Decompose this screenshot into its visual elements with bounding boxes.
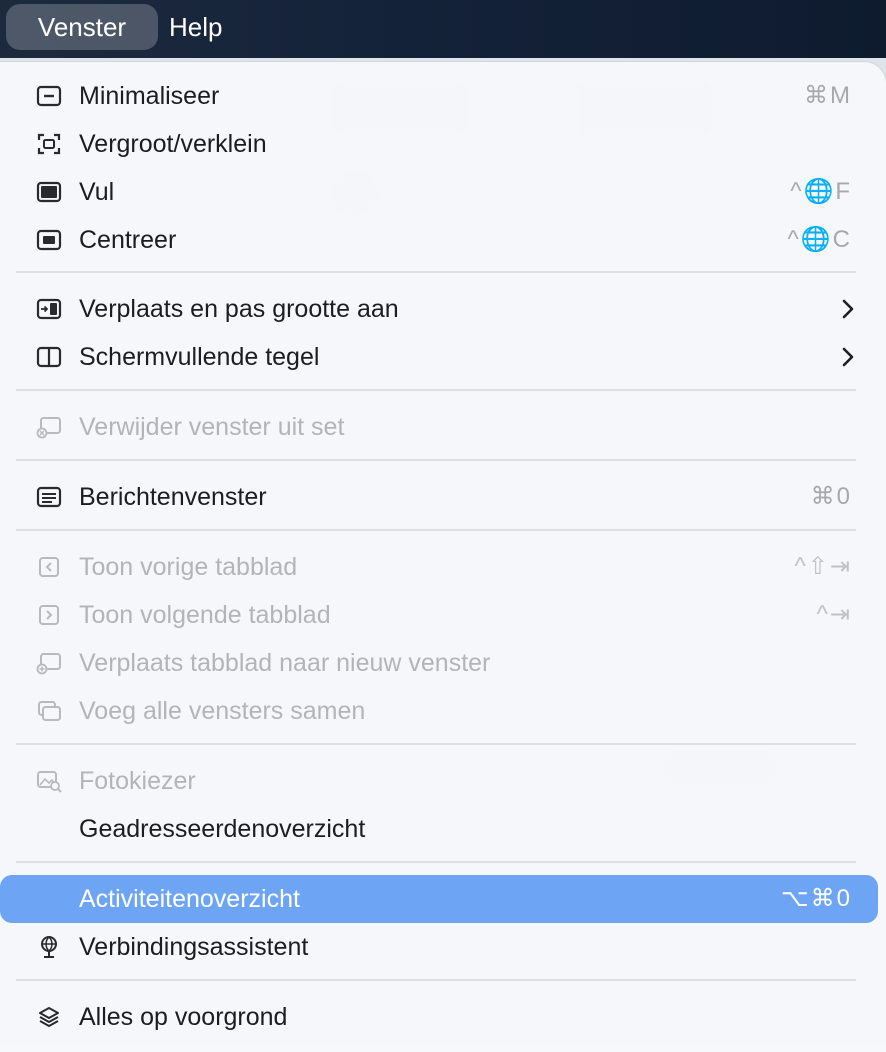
menu-item-move-resize[interactable]: Verplaats en pas grootte aan	[0, 285, 886, 333]
layers-icon	[36, 1005, 62, 1029]
connection-assistant-icon	[36, 935, 62, 959]
menu-item-next-tab: Toon volgende tabblad ^⇥	[0, 591, 886, 639]
menu-item-previous-recipients[interactable]: Geadresseerdenoverzicht	[0, 805, 886, 853]
menu-item-label: Verplaats en pas grootte aan	[79, 295, 399, 323]
shortcut: ^⇧⇥	[794, 553, 852, 580]
move-tab-icon	[36, 651, 62, 675]
shortcut: ⌘0	[810, 483, 852, 510]
menu-item-remove-window-from-set: Verwijder venster uit set	[0, 403, 886, 451]
menu-item-connection-assistant[interactable]: Verbindingsassistent	[0, 923, 886, 971]
menu-item-label: Geadresseerdenoverzicht	[79, 815, 366, 843]
menu-item-fill[interactable]: Vul ^🌐F	[0, 168, 886, 216]
move-resize-icon	[36, 297, 62, 321]
menu-separator	[16, 389, 856, 391]
menu-separator	[16, 459, 856, 461]
chevron-right-icon	[842, 299, 854, 319]
menu-item-label: Schermvullende tegel	[79, 343, 320, 371]
menu-item-label: Verbindingsassistent	[79, 933, 309, 961]
next-tab-icon	[36, 603, 62, 627]
fill-window-icon	[36, 180, 62, 204]
shortcut: ^⇥	[816, 601, 852, 628]
menu-item-label: Berichtenvenster	[79, 483, 267, 511]
menu-help[interactable]: Help	[143, 4, 248, 50]
menu-item-label: Minimaliseer	[79, 82, 220, 110]
minimize-icon	[36, 84, 62, 108]
menu-item-merge-all-windows: Voeg alle vensters samen	[0, 687, 886, 735]
menu-item-label: Verplaats tabblad naar nieuw venster	[79, 649, 491, 677]
menu-item-label: Centreer	[79, 226, 177, 254]
menu-bar: Venster Help	[0, 0, 886, 58]
window-menu: Minimaliseer ⌘M Vergroot/verklein Vul ^🌐…	[0, 62, 886, 1052]
menu-venster[interactable]: Venster	[6, 4, 158, 50]
menu-item-label: Toon volgende tabblad	[79, 601, 331, 629]
shortcut: ^🌐F	[790, 178, 852, 205]
menu-separator	[16, 271, 856, 273]
menu-item-label: Voeg alle vensters samen	[79, 697, 366, 725]
menu-item-move-tab-to-new-window: Verplaats tabblad naar nieuw venster	[0, 639, 886, 687]
menu-item-label: Activiteitenoverzicht	[79, 885, 300, 913]
menu-item-label: Vul	[79, 178, 115, 206]
menu-item-zoom[interactable]: Vergroot/verklein	[0, 120, 886, 168]
shortcut: ^🌐C	[787, 226, 852, 253]
menu-item-previous-tab: Toon vorige tabblad ^⇧⇥	[0, 543, 886, 591]
menu-item-activity[interactable]: Activiteitenoverzicht ⌥⌘0	[0, 875, 878, 923]
menu-item-label: Fotokiezer	[79, 767, 196, 795]
menu-separator	[16, 743, 856, 745]
menu-separator	[16, 861, 856, 863]
menu-separator	[16, 529, 856, 531]
shortcut: ⌘M	[804, 82, 852, 109]
remove-window-icon	[36, 415, 62, 439]
menu-item-photo-browser: Fotokiezer	[0, 757, 886, 805]
menu-item-tile[interactable]: Schermvullende tegel	[0, 333, 886, 381]
menu-item-label: Alles op voorgrond	[79, 1003, 288, 1031]
menu-item-minimize[interactable]: Minimaliseer ⌘M	[0, 72, 886, 120]
zoom-icon	[36, 132, 62, 156]
menu-item-label: Toon vorige tabblad	[79, 553, 298, 581]
menu-item-label: Vergroot/verklein	[79, 130, 267, 158]
split-view-icon	[36, 345, 62, 369]
merge-windows-icon	[36, 699, 62, 723]
previous-tab-icon	[36, 555, 62, 579]
message-viewer-icon	[36, 485, 62, 509]
menu-separator	[16, 979, 856, 981]
chevron-right-icon	[842, 347, 854, 367]
center-window-icon	[36, 228, 62, 252]
menu-item-message-viewer[interactable]: Berichtenvenster ⌘0	[0, 473, 886, 521]
menu-item-label: Verwijder venster uit set	[79, 413, 345, 441]
photo-browser-icon	[36, 769, 62, 793]
menu-item-center[interactable]: Centreer ^🌐C	[0, 216, 886, 264]
shortcut: ⌥⌘0	[780, 885, 852, 912]
menu-item-bring-all-to-front[interactable]: Alles op voorgrond	[0, 993, 886, 1041]
